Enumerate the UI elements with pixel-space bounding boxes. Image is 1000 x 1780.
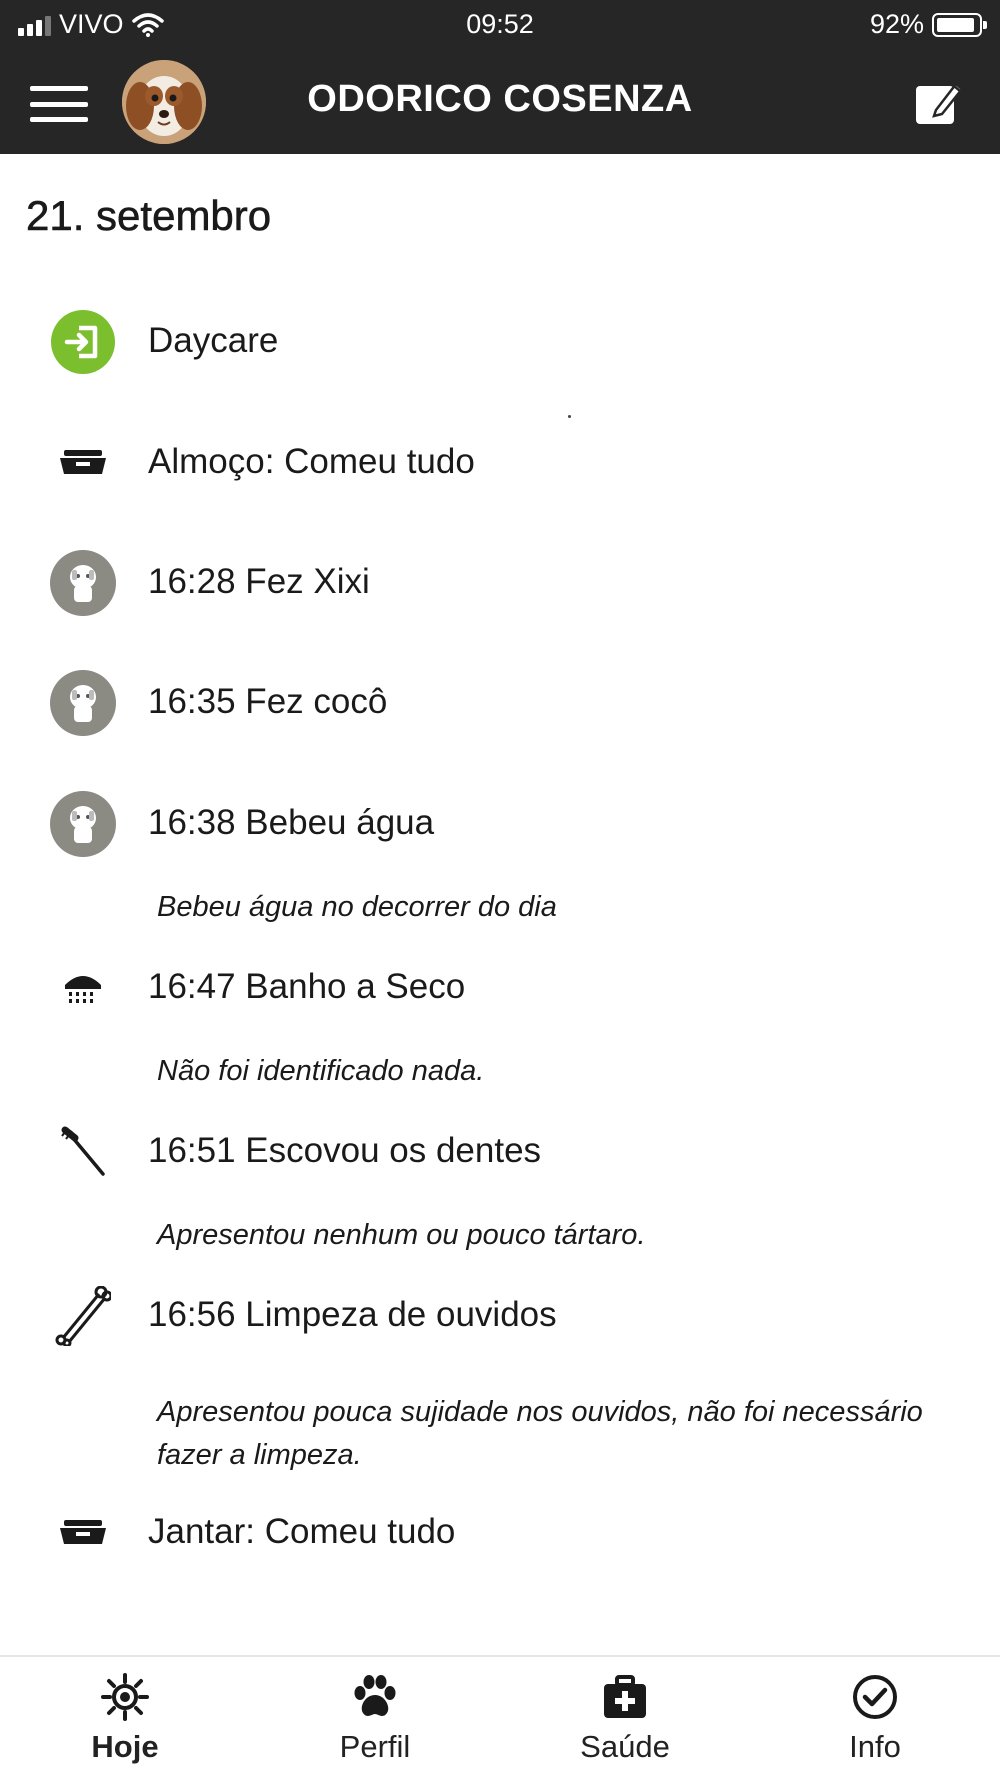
shower-icon bbox=[50, 955, 116, 1021]
toothbrush-icon bbox=[50, 1119, 116, 1185]
entry-label: 16:47 Banho a Seco bbox=[148, 967, 466, 1006]
entry-label: 16:51 Escovou os dentes bbox=[148, 1131, 542, 1170]
battery-icon bbox=[932, 12, 987, 37]
clock: 09:52 bbox=[466, 9, 534, 39]
sun-icon bbox=[101, 1673, 149, 1721]
entry-label: 16:28 Fez Xixi bbox=[148, 562, 370, 601]
entry-note: Bebeu água no decorrer do dia bbox=[157, 891, 557, 923]
page-title: ODORICO COSENZA bbox=[307, 78, 693, 120]
entry-label: Daycare bbox=[148, 321, 279, 360]
stray-dot bbox=[568, 415, 571, 418]
cotton-swab-icon bbox=[50, 1283, 116, 1349]
entry-label: Jantar: Comeu tudo bbox=[148, 1512, 456, 1551]
bottom-navigation: Hoje Perfil Saúde Info bbox=[0, 1655, 1000, 1780]
food-bowl-icon bbox=[50, 430, 116, 496]
entry-label: 16:38 Bebeu água bbox=[148, 803, 435, 842]
entry-label: 16:35 Fez cocô bbox=[148, 682, 388, 721]
tab-label: Hoje bbox=[91, 1729, 159, 1764]
status-bar: VIVO 09:52 92% bbox=[0, 0, 1000, 50]
tab-info[interactable]: Info bbox=[750, 1657, 1000, 1780]
check-in-icon bbox=[50, 309, 116, 375]
tab-label: Saúde bbox=[580, 1729, 670, 1764]
dog-icon bbox=[50, 550, 116, 616]
check-circle-icon bbox=[853, 1675, 897, 1719]
tab-perfil[interactable]: Perfil bbox=[250, 1657, 500, 1780]
paw-icon bbox=[354, 1675, 396, 1716]
entry-note: Apresentou nenhum ou pouco tártaro. bbox=[157, 1219, 646, 1251]
tab-label: Info bbox=[849, 1729, 901, 1764]
entry-note: Apresentou pouca sujidade nos ouvidos, n… bbox=[157, 1396, 923, 1471]
app-header: ODORICO COSENZA bbox=[0, 50, 1000, 154]
dog-icon bbox=[50, 791, 116, 857]
dog-icon bbox=[50, 670, 116, 736]
tab-label: Perfil bbox=[339, 1729, 411, 1764]
battery-percent: 92% bbox=[869, 9, 924, 39]
tab-hoje[interactable]: Hoje bbox=[0, 1657, 250, 1780]
date-heading: 21. setembro bbox=[26, 192, 272, 240]
tab-saude[interactable]: Saúde bbox=[500, 1657, 750, 1780]
food-bowl-icon bbox=[50, 1500, 116, 1566]
entry-label: Almoço: Comeu tudo bbox=[148, 442, 475, 481]
first-aid-kit-icon bbox=[604, 1675, 646, 1718]
edit-note-icon[interactable] bbox=[912, 76, 966, 130]
entry-note: Não foi identificado nada. bbox=[157, 1055, 485, 1087]
entry-label: 16:56 Limpeza de ouvidos bbox=[148, 1295, 557, 1334]
status-right: 92% bbox=[869, 9, 987, 40]
